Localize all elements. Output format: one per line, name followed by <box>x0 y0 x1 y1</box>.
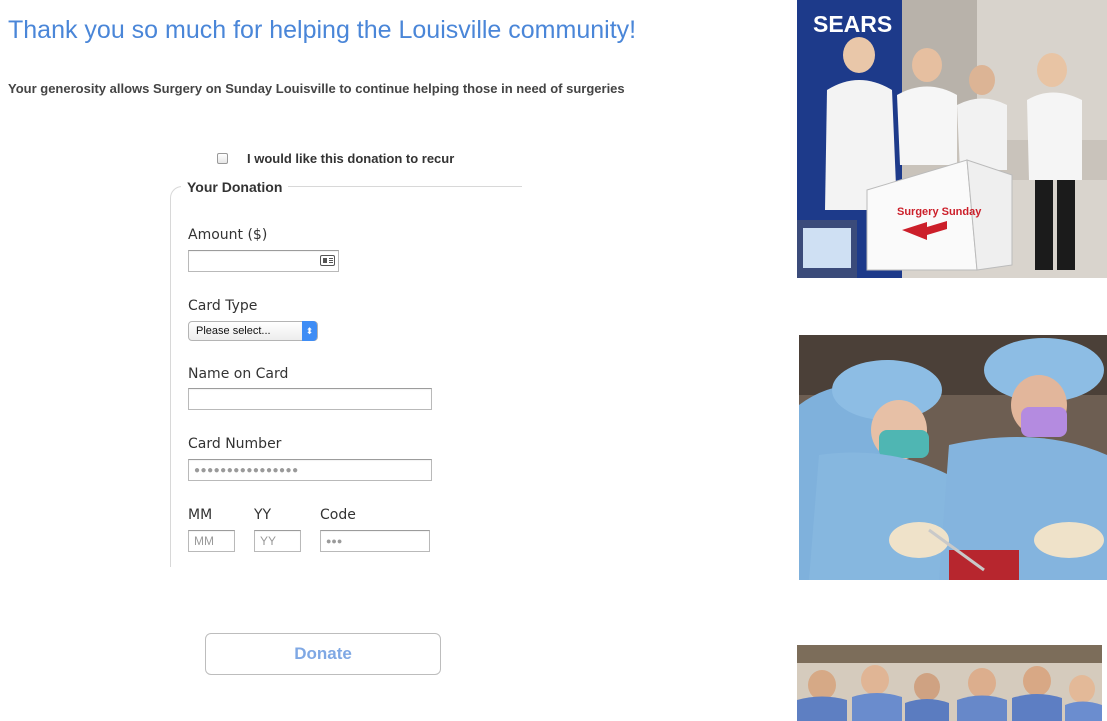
card-type-selected: Please select... <box>196 325 271 337</box>
donate-button[interactable]: Donate <box>205 633 441 675</box>
mm-input[interactable]: MM <box>188 530 235 552</box>
recur-option[interactable]: I would like this donation to recur <box>217 151 454 166</box>
card-type-select[interactable]: Please select... ⬍ <box>188 321 318 341</box>
yy-input[interactable]: YY <box>254 530 301 552</box>
code-placeholder: ●●● <box>326 536 343 546</box>
surgeons-photo <box>799 335 1107 580</box>
mm-label: MM <box>188 507 213 523</box>
donation-legend: Your Donation <box>181 179 289 195</box>
sears-sign-text: SEARS <box>813 11 892 37</box>
volunteers-photo: SEARS Surgery Sunday <box>797 0 1107 278</box>
name-on-card-input[interactable] <box>188 388 432 410</box>
recur-checkbox[interactable] <box>217 153 228 164</box>
yy-label: YY <box>254 507 272 523</box>
code-input[interactable]: ●●● <box>320 530 430 552</box>
name-on-card-label: Name on Card <box>188 366 289 382</box>
card-type-label: Card Type <box>188 298 258 314</box>
mm-placeholder: MM <box>194 534 214 548</box>
code-label: Code <box>320 507 356 523</box>
amount-label: Amount ($) <box>188 227 268 243</box>
page-title: Thank you so much for helping the Louisv… <box>8 16 637 44</box>
chevron-updown-icon: ⬍ <box>302 321 317 341</box>
card-number-placeholder: ●●●●●●●●●●●●●●●● <box>194 464 299 476</box>
yy-placeholder: YY <box>260 534 277 548</box>
surgery-box-text: Surgery Sunday <box>897 206 982 218</box>
contact-card-icon[interactable] <box>320 255 335 266</box>
donation-fieldset: Your Donation Amount ($) Card Type Pleas… <box>170 179 522 567</box>
page-subtitle: Your generosity allows Surgery on Sunday… <box>8 81 625 96</box>
recur-label: I would like this donation to recur <box>247 151 455 166</box>
amount-input[interactable] <box>188 250 339 272</box>
card-number-input[interactable]: ●●●●●●●●●●●●●●●● <box>188 459 432 481</box>
card-number-label: Card Number <box>188 436 282 452</box>
team-photo <box>797 645 1102 721</box>
